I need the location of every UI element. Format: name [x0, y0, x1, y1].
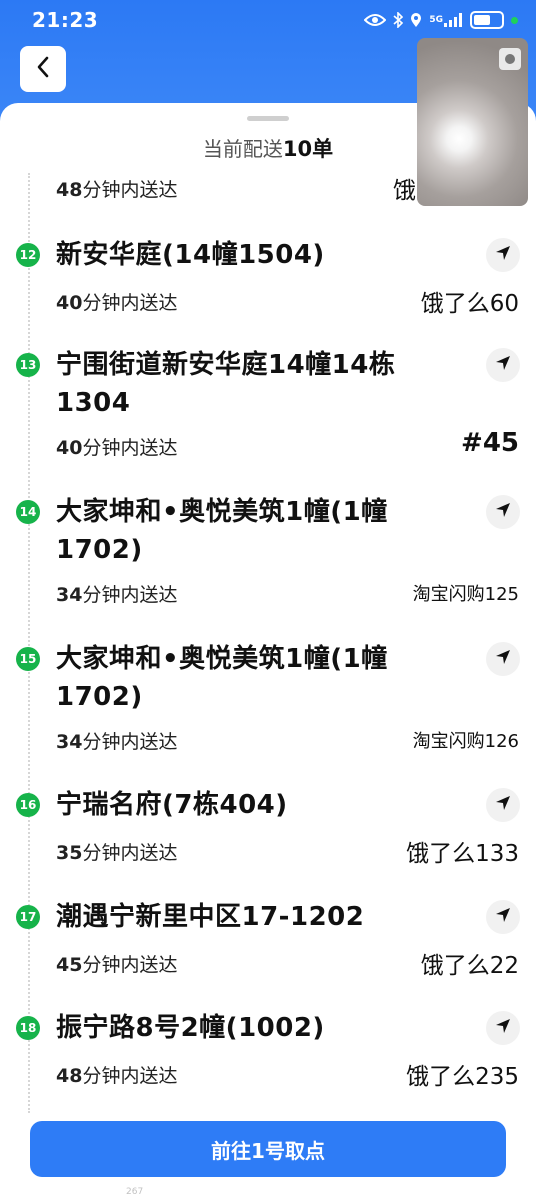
- eta-minutes: 48: [56, 179, 83, 201]
- bottom-hint-text: 267: [126, 1187, 144, 1197]
- navigation-arrow-icon: [495, 245, 511, 265]
- floating-video-window[interactable]: [417, 38, 528, 206]
- order-index-badge: 12: [16, 243, 40, 267]
- title-count: 10单: [282, 137, 334, 161]
- order-index-badge: 17: [16, 905, 40, 929]
- order-eta: 48分钟内送达: [56, 1061, 177, 1088]
- eta-suffix: 分钟内送达: [82, 437, 178, 459]
- order-index-badge: 18: [16, 1016, 40, 1040]
- order-address: 振宁路8号2幢(1002): [56, 1013, 325, 1043]
- order-index-badge: 13: [16, 353, 40, 377]
- navigate-button[interactable]: [486, 642, 520, 676]
- navigate-button[interactable]: [486, 348, 520, 382]
- navigate-button[interactable]: [486, 1011, 520, 1045]
- eta-minutes: 34: [56, 731, 83, 753]
- back-button[interactable]: [20, 46, 66, 92]
- order-eta: 34分钟内送达: [56, 727, 177, 754]
- eye-icon: [364, 13, 387, 27]
- order-eta: 48分钟内送达: [56, 175, 177, 202]
- order-code: #45: [461, 428, 519, 458]
- order-address: 新安华庭(14幢1504): [56, 240, 325, 270]
- eta-minutes: 34: [56, 584, 83, 606]
- order-eta: 35分钟内送达: [56, 838, 177, 865]
- navigate-button[interactable]: [486, 788, 520, 822]
- eta-minutes: 35: [56, 842, 83, 864]
- navigate-button[interactable]: [486, 495, 520, 529]
- order-eta: 45分钟内送达: [56, 950, 177, 977]
- signal-icon: 5G: [429, 12, 463, 28]
- eta-suffix: 分钟内送达: [82, 1065, 178, 1087]
- navigate-button[interactable]: [486, 238, 520, 272]
- order-index-badge: 16: [16, 793, 40, 817]
- eta-suffix: 分钟内送达: [82, 954, 178, 976]
- bluetooth-icon: [393, 12, 404, 28]
- navigation-arrow-icon: [495, 795, 511, 815]
- navigation-arrow-icon: [495, 355, 511, 375]
- status-icons: 5G: [364, 9, 518, 31]
- order-index-badge: 14: [16, 500, 40, 524]
- eta-suffix: 分钟内送达: [82, 842, 178, 864]
- network-label: 5G: [429, 14, 443, 25]
- delivery-list-sheet: 当前配送10单 48分钟内送达 饿 12 新安华庭(14幢1504) 40分钟内…: [0, 103, 536, 1113]
- order-code: 饿: [393, 178, 416, 204]
- order-index-badge: 15: [16, 647, 40, 671]
- eta-minutes: 45: [56, 954, 83, 976]
- eta-suffix: 分钟内送达: [82, 179, 178, 201]
- order-address: 大家坤和•奥悦美筑1幢(1幢1702): [56, 497, 388, 565]
- navigation-arrow-icon: [495, 907, 511, 927]
- eta-suffix: 分钟内送达: [82, 731, 178, 753]
- eta-minutes: 40: [56, 437, 83, 459]
- eta-minutes: 40: [56, 292, 83, 314]
- order-code: 淘宝闪购126: [412, 731, 519, 752]
- eta-minutes: 48: [56, 1065, 83, 1087]
- camera-icon: [499, 48, 521, 70]
- navigate-button[interactable]: [486, 900, 520, 934]
- eta-suffix: 分钟内送达: [82, 292, 178, 314]
- order-address: 潮遇宁新里中区17-1202: [56, 902, 365, 932]
- order-address: 宁瑞名府(7栋404): [56, 790, 288, 820]
- order-eta: 34分钟内送达: [56, 580, 177, 607]
- go-to-pickup-button[interactable]: 前往1号取点: [30, 1121, 506, 1177]
- battery-icon: [470, 11, 504, 29]
- navigation-arrow-icon: [495, 1018, 511, 1038]
- bottom-action-bar: 前往1号取点 267: [0, 1113, 536, 1200]
- eta-suffix: 分钟内送达: [82, 584, 178, 606]
- privacy-indicator-dot: [511, 16, 518, 24]
- status-bar: 21:23 5G: [0, 0, 536, 40]
- title-prefix: 当前配送: [202, 137, 283, 161]
- order-code: 淘宝闪购125: [412, 584, 519, 605]
- timeline-line: [28, 173, 30, 1113]
- order-eta: 40分钟内送达: [56, 288, 177, 315]
- order-address: 宁围街道新安华庭14幢14栋1304: [56, 350, 396, 418]
- order-code: 饿了么60: [420, 291, 519, 317]
- order-code: 饿了么235: [406, 1064, 519, 1090]
- drag-handle[interactable]: [247, 116, 289, 121]
- order-code: 饿了么133: [406, 841, 519, 867]
- status-time: 21:23: [32, 8, 99, 32]
- navigation-arrow-icon: [495, 649, 511, 669]
- navigation-arrow-icon: [495, 502, 511, 522]
- order-eta: 40分钟内送达: [56, 433, 177, 460]
- order-code: 饿了么22: [420, 953, 519, 979]
- order-address: 大家坤和•奥悦美筑1幢(1幢1702): [56, 644, 388, 712]
- location-icon: [410, 12, 422, 28]
- chevron-left-icon: [36, 56, 50, 82]
